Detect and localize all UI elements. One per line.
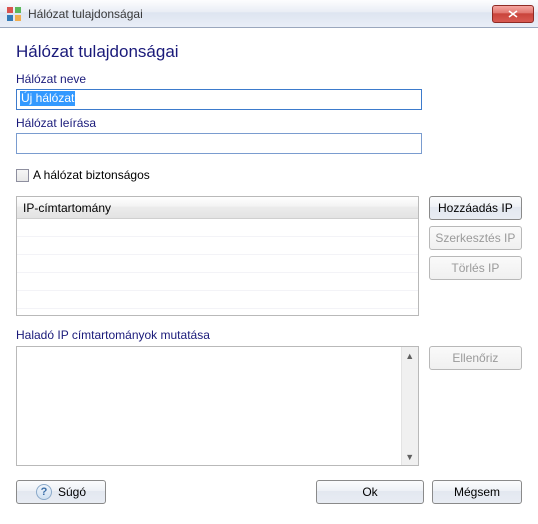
secure-checkbox-label: A hálózat biztonságos bbox=[33, 168, 150, 182]
ip-range-list[interactable]: IP-címtartomány bbox=[16, 196, 419, 316]
window-title: Hálózat tulajdonságai bbox=[28, 7, 492, 21]
title-bar: Hálózat tulajdonságai bbox=[0, 0, 538, 28]
help-button-label: Súgó bbox=[58, 485, 86, 499]
ok-button[interactable]: Ok bbox=[316, 480, 424, 504]
advanced-ranges-label: Haladó IP címtartományok mutatása bbox=[16, 328, 522, 342]
close-button[interactable] bbox=[492, 5, 534, 23]
network-name-label: Hálózat neve bbox=[16, 72, 522, 86]
page-title: Hálózat tulajdonságai bbox=[16, 42, 522, 62]
edit-ip-button[interactable]: Szerkesztés IP bbox=[429, 226, 522, 250]
secure-checkbox[interactable] bbox=[16, 169, 29, 182]
advanced-ranges-textarea[interactable]: ▲ ▼ bbox=[16, 346, 419, 466]
help-icon: ? bbox=[36, 484, 52, 500]
scrollbar[interactable]: ▲ ▼ bbox=[401, 347, 418, 465]
delete-ip-button[interactable]: Törlés IP bbox=[429, 256, 522, 280]
network-name-input[interactable]: Új hálózat bbox=[16, 89, 422, 110]
network-name-value: Új hálózat bbox=[20, 91, 75, 106]
add-ip-button[interactable]: Hozzáadás IP bbox=[429, 196, 522, 220]
network-desc-input[interactable] bbox=[16, 133, 422, 154]
ip-range-column-header[interactable]: IP-címtartomány bbox=[17, 197, 418, 219]
close-icon bbox=[508, 10, 518, 18]
scroll-down-icon[interactable]: ▼ bbox=[402, 448, 418, 465]
verify-button[interactable]: Ellenőriz bbox=[429, 346, 522, 370]
scroll-up-icon[interactable]: ▲ bbox=[402, 347, 418, 364]
ip-range-rows bbox=[17, 219, 418, 315]
app-icon bbox=[6, 6, 22, 22]
network-desc-label: Hálózat leírása bbox=[16, 116, 522, 130]
help-button[interactable]: ? Súgó bbox=[16, 480, 106, 504]
cancel-button[interactable]: Mégsem bbox=[432, 480, 522, 504]
